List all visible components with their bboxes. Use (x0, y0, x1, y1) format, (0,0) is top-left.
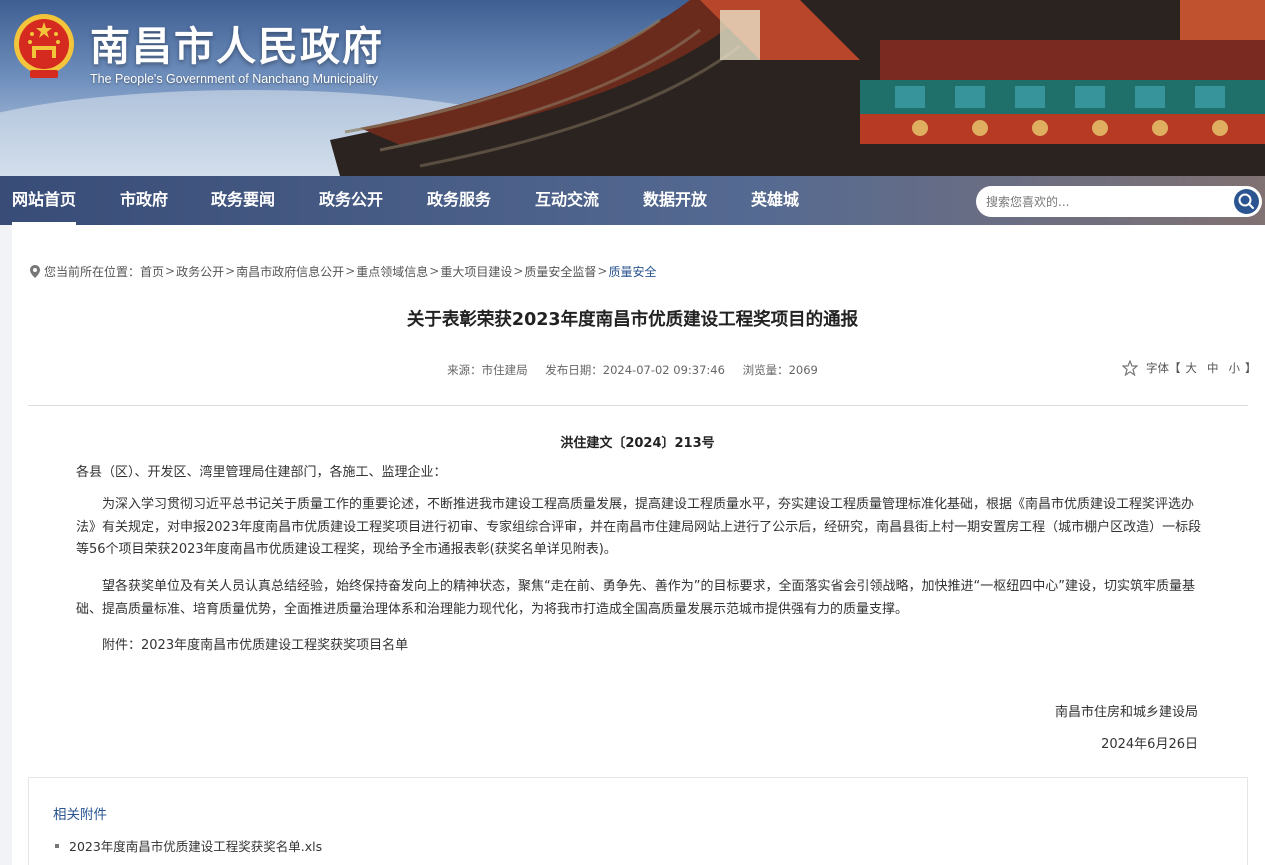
font-size-small[interactable]: 小 (1229, 360, 1241, 376)
breadcrumb-gov-disclosure[interactable]: 政务公开 (176, 263, 224, 280)
font-size-label: 字体【 (1146, 361, 1181, 375)
search-input[interactable] (986, 186, 1226, 217)
breadcrumb-quality-supervision[interactable]: 质量安全监督 (524, 263, 596, 280)
breadcrumb: 您当前所在位置： 首页 > 政务公开 > 南昌市政府信息公开 > 重点领域信息 > 重大… (30, 262, 657, 280)
article-meta: 来源：市住建局 发布日期：2024-07-02 09:37:46 浏览量：206… (0, 362, 1265, 378)
paragraph-attachment-note: 附件：2023年度南昌市优质建设工程奖获奖项目名单 (102, 638, 409, 653)
breadcrumb-major-projects[interactable]: 重大项目建设 (440, 263, 512, 280)
nav-item-gov-services[interactable]: 政务服务 (427, 176, 491, 225)
article-title: 关于表彰荣获2023年度南昌市优质建设工程奖项目的通报 (406, 310, 859, 330)
salutation: 各县（区）、开发区、湾里管理局住建部门，各施工、监理企业： (76, 465, 447, 480)
favorite-star-icon[interactable] (1122, 360, 1138, 376)
search-icon (1238, 193, 1254, 209)
signature-date: 2024年6月26日 (1101, 737, 1198, 752)
nav-item-interaction[interactable]: 互动交流 (535, 176, 599, 225)
nav-item-news[interactable]: 政务要闻 (211, 176, 275, 225)
article-tools: 字体【 大 中 小 】 (1122, 360, 1257, 376)
nav-item-home[interactable]: 网站首页 (12, 176, 77, 225)
paragraph-1: 为深入学习贯彻习近平总书记关于质量工作的重要论述，不断推进我市建设工程高质量发展… (76, 497, 1202, 557)
search-box (976, 186, 1262, 217)
attachments-title: 相关附件 (53, 807, 107, 823)
attachment-link[interactable]: 2023年度南昌市优质建设工程奖获奖名单.xls (55, 836, 322, 855)
nav-item-open-data[interactable]: 数据开放 (643, 176, 707, 225)
paragraph-2: 望各获奖单位及有关人员认真总结经验，始终保持奋发向上的精神状态，聚焦“走在前、勇… (76, 579, 1195, 617)
header-banner: 南昌市人民政府 The People's Government of Nanch… (0, 0, 1265, 176)
title-divider (28, 405, 1248, 406)
breadcrumb-quality-safety[interactable]: 质量安全 (608, 263, 656, 280)
article-views: 浏览量：2069 (742, 363, 818, 377)
national-emblem-icon (14, 14, 74, 78)
breadcrumb-prefix: 您当前所在位置： (44, 264, 141, 279)
breadcrumb-home[interactable]: 首页 (140, 263, 164, 280)
font-size-large[interactable]: 大 (1186, 360, 1198, 376)
document-number: 洪住建文〔2024〕213号 (560, 436, 715, 451)
location-pin-icon (30, 264, 40, 278)
attachment-filename[interactable]: 2023年度南昌市优质建设工程奖获奖名单.xls (69, 836, 322, 855)
signature-org: 南昌市住房和城乡建设局 (1054, 705, 1198, 720)
breadcrumb-gov-info[interactable]: 南昌市政府信息公开 (236, 263, 344, 280)
article-source: 来源：市住建局 (447, 363, 528, 377)
font-size-medium[interactable]: 中 (1207, 360, 1219, 376)
search-button[interactable] (1234, 189, 1259, 214)
bullet-icon (55, 843, 59, 848)
breadcrumb-key-areas[interactable]: 重点领域信息 (356, 263, 428, 280)
site-title[interactable]: 南昌市人民政府 (90, 14, 384, 72)
nav-item-city-government[interactable]: 市政府 (120, 176, 168, 225)
site-subtitle: The People's Government of Nanchang Muni… (90, 72, 378, 86)
font-size-end: 】 (1245, 361, 1257, 375)
nav-item-gov-info-disclosure[interactable]: 政务公开 (319, 176, 383, 225)
article-date: 发布日期：2024-07-02 09:37:46 (545, 363, 725, 377)
nav-item-hero-city[interactable]: 英雄城 (751, 176, 799, 225)
